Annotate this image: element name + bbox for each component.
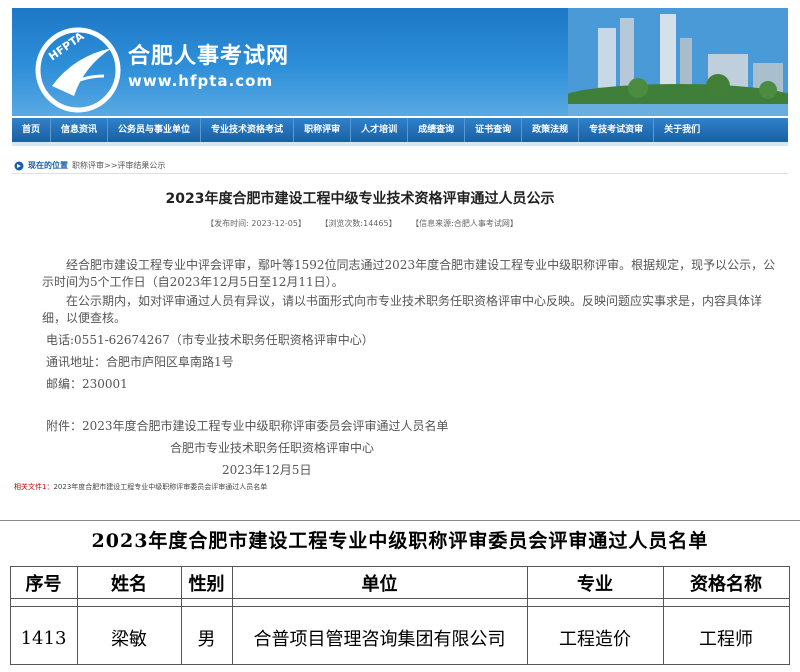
- table-header: 资格名称: [690, 574, 762, 595]
- table-header: 性别: [188, 574, 225, 595]
- section-divider: [0, 520, 800, 521]
- signature-org: 合肥市专业技术职务任职资格评审中心: [170, 441, 375, 455]
- table-cell-gender: 男: [197, 629, 216, 650]
- nav-about[interactable]: 关于我们: [654, 118, 710, 142]
- table-border: [10, 566, 790, 567]
- article-paragraph-1: 经合肥市建设工程专业中评会评审，鄢叶等1592位同志通过2023年度合肥市建设工…: [42, 258, 776, 289]
- publish-date: 【发布时间: 2023-12-05】: [206, 219, 306, 228]
- table-cell-qualification: 工程师: [699, 629, 753, 650]
- nav-divider: [12, 142, 788, 146]
- related-file-link[interactable]: 2023年度合肥市建设工程专业中级职称评审委员会评审通过人员名单: [53, 483, 267, 491]
- city-skyline-image: [568, 8, 788, 116]
- table-border: [789, 566, 790, 664]
- related-file-label: 相关文件1：: [14, 483, 54, 491]
- nav-news[interactable]: 信息资讯: [51, 118, 109, 142]
- main-nav: 首页 信息资讯 公务员与事业单位 专业技术资格考试 职称评审 人才培训 成绩查询…: [12, 118, 788, 142]
- contact-address: 通讯地址：合肥市庐阳区阜南路1号: [46, 355, 234, 369]
- nav-training[interactable]: 人才培训: [351, 118, 409, 142]
- logo-text: HFPTA: [46, 29, 87, 63]
- table-cell-index: 1413: [20, 627, 67, 649]
- info-source: 【信息来源:合肥人事考试网】: [411, 219, 518, 228]
- view-count: 【浏览次数:14465】: [320, 219, 397, 228]
- hfpta-logo[interactable]: HFPTA: [34, 26, 122, 114]
- related-file: 相关文件1：2023年度合肥市建设工程专业中级职称评审委员会评审通过人员名单: [14, 482, 267, 492]
- nav-score-query[interactable]: 成绩查询: [408, 118, 466, 142]
- nav-exam-review[interactable]: 专技考试资审: [579, 118, 655, 142]
- nav-professional-exam[interactable]: 专业技术资格考试: [201, 118, 295, 142]
- nav-home[interactable]: 首页: [12, 118, 52, 142]
- contact-phone: 电话:0551-62674267（市专业技术职务任职资格评审中心）: [46, 333, 374, 347]
- attachment-line: 附件：2023年度合肥市建设工程专业中级职称评审委员会评审通过人员名单: [46, 419, 449, 433]
- nav-certificate-query[interactable]: 证书查询: [465, 118, 523, 142]
- table-title: 2023年度合肥市建设工程专业中级职称评审委员会评审通过人员名单: [91, 530, 709, 552]
- article-meta: 【发布时间: 2023-12-05】 【浏览次数:14465】 【信息来源:合肥…: [0, 218, 724, 229]
- site-title: 合肥人事考试网: [128, 43, 290, 69]
- table-cell-unit: 合普项目管理咨询集团有限公司: [253, 629, 506, 650]
- table-border: [10, 598, 790, 599]
- breadcrumb-path[interactable]: 职称评审>>评审结果公示: [72, 160, 165, 171]
- table-cell-name: 梁敏: [111, 629, 147, 650]
- article-paragraph-2: 在公示期内，如对评审通过人员有异议，请以书面形式向市专业技术职务任职资格评审中心…: [42, 294, 763, 325]
- signature-date: 2023年12月5日: [222, 463, 312, 477]
- contact-postcode: 邮编：230001: [46, 377, 128, 391]
- table-header: 单位: [361, 574, 398, 595]
- table-header: 姓名: [111, 574, 147, 595]
- article-title: 2023年度合肥市建设工程中级专业技术资格评审通过人员公示: [165, 191, 555, 207]
- location-icon: [14, 161, 24, 170]
- table-cell-major: 工程造价: [559, 629, 631, 650]
- site-header: HFPTA 合肥人事考试网 www.hfpta.com: [12, 8, 788, 116]
- table-header: 专业: [577, 574, 613, 595]
- nav-policy[interactable]: 政策法规: [522, 118, 580, 142]
- table-border: [10, 664, 790, 665]
- breadcrumb-divider: [12, 173, 788, 174]
- nav-title-review[interactable]: 职称评审: [294, 118, 352, 142]
- site-url: www.hfpta.com: [128, 72, 274, 90]
- breadcrumb: 现在的位置 职称评审>>评审结果公示: [14, 160, 165, 171]
- breadcrumb-label: 现在的位置: [28, 161, 68, 170]
- table-header: 序号: [25, 574, 62, 595]
- table-border: [10, 606, 790, 607]
- nav-civil-service[interactable]: 公务员与事业单位: [108, 118, 202, 142]
